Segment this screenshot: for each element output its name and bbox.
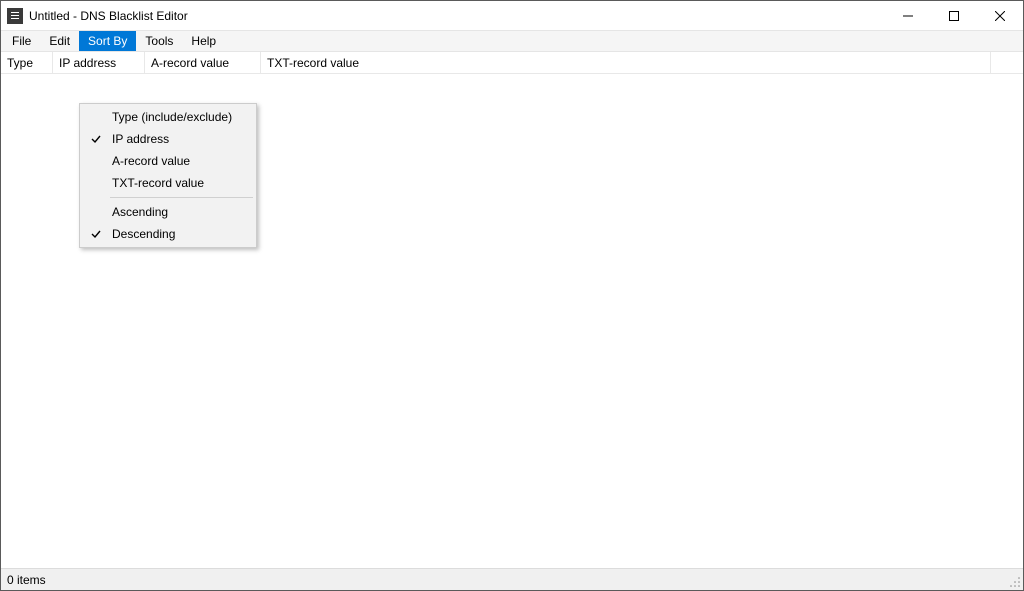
status-items-count: 0 items bbox=[7, 573, 46, 587]
title-bar: Untitled - DNS Blacklist Editor bbox=[1, 1, 1023, 31]
sort-option-type[interactable]: Type (include/exclude) bbox=[82, 106, 254, 128]
sort-order-descending-label: Descending bbox=[112, 227, 175, 241]
menu-sort-by[interactable]: Sort By bbox=[79, 31, 136, 51]
window-controls bbox=[885, 1, 1023, 30]
sort-option-txt-record-label: TXT-record value bbox=[112, 176, 204, 190]
minimize-button[interactable] bbox=[885, 1, 931, 30]
sort-by-dropdown: Type (include/exclude) IP address A-reco… bbox=[79, 103, 257, 248]
check-icon bbox=[90, 133, 102, 145]
column-header-a-record[interactable]: A-record value bbox=[145, 52, 261, 73]
app-icon bbox=[7, 8, 23, 24]
status-bar: 0 items bbox=[1, 568, 1023, 590]
column-header-type[interactable]: Type bbox=[1, 52, 53, 73]
menu-help[interactable]: Help bbox=[182, 31, 225, 51]
sort-option-txt-record[interactable]: TXT-record value bbox=[82, 172, 254, 194]
window-title: Untitled - DNS Blacklist Editor bbox=[29, 9, 188, 23]
sort-option-a-record[interactable]: A-record value bbox=[82, 150, 254, 172]
column-header-txt-record[interactable]: TXT-record value bbox=[261, 52, 991, 73]
check-icon bbox=[90, 228, 102, 240]
app-window: Untitled - DNS Blacklist Editor File Edi… bbox=[0, 0, 1024, 591]
menu-tools[interactable]: Tools bbox=[136, 31, 182, 51]
maximize-button[interactable] bbox=[931, 1, 977, 30]
resize-grip-icon[interactable] bbox=[1009, 576, 1021, 588]
table-header: Type IP address A-record value TXT-recor… bbox=[1, 52, 1023, 74]
sort-order-descending[interactable]: Descending bbox=[82, 223, 254, 245]
close-button[interactable] bbox=[977, 1, 1023, 30]
sort-option-a-record-label: A-record value bbox=[112, 154, 190, 168]
sort-order-ascending-label: Ascending bbox=[112, 205, 168, 219]
menu-file[interactable]: File bbox=[3, 31, 40, 51]
sort-option-ip[interactable]: IP address bbox=[82, 128, 254, 150]
sort-option-type-label: Type (include/exclude) bbox=[112, 110, 232, 124]
menu-bar: File Edit Sort By Tools Help bbox=[1, 31, 1023, 52]
close-icon bbox=[995, 11, 1005, 21]
column-header-ip[interactable]: IP address bbox=[53, 52, 145, 73]
sort-order-ascending[interactable]: Ascending bbox=[82, 201, 254, 223]
sort-option-ip-label: IP address bbox=[112, 132, 169, 146]
menu-edit[interactable]: Edit bbox=[40, 31, 79, 51]
minimize-icon bbox=[903, 11, 913, 21]
content-area: Type IP address A-record value TXT-recor… bbox=[1, 52, 1023, 568]
maximize-icon bbox=[949, 11, 959, 21]
dropdown-separator bbox=[110, 197, 253, 198]
